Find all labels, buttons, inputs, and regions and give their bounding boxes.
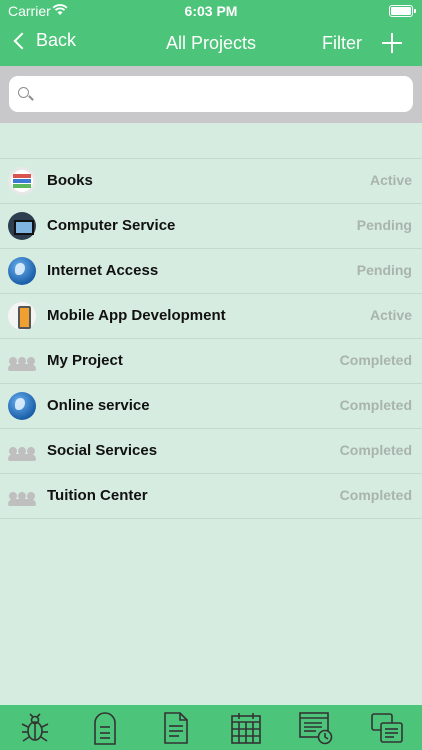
tab-bug[interactable] xyxy=(0,705,70,750)
project-name: Computer Service xyxy=(47,217,176,234)
project-name: My Project xyxy=(47,352,123,369)
search-bar xyxy=(0,66,422,123)
battery-icon xyxy=(389,5,416,17)
document-icon xyxy=(164,711,188,744)
project-status: Completed xyxy=(339,397,412,413)
tab-copy[interactable] xyxy=(352,705,422,750)
calendar-icon xyxy=(231,712,261,744)
project-status: Pending xyxy=(356,217,412,233)
tab-document[interactable] xyxy=(141,705,211,750)
project-status: Active xyxy=(369,307,412,323)
list-item[interactable]: My Project Completed xyxy=(0,339,422,384)
tab-report[interactable] xyxy=(281,705,351,750)
bug-icon xyxy=(21,712,49,742)
report-clock-icon xyxy=(299,711,333,744)
list-item[interactable]: Computer Service Pending xyxy=(0,204,422,249)
clock: 6:03 PM xyxy=(184,3,238,19)
copy-pages-icon xyxy=(370,712,403,743)
people-icon xyxy=(8,437,36,465)
project-name: Mobile App Development xyxy=(47,307,226,324)
project-status: Completed xyxy=(339,442,412,458)
project-name: Books xyxy=(47,172,93,189)
project-name: Tuition Center xyxy=(47,487,148,504)
list-item[interactable]: Social Services Completed xyxy=(0,429,422,474)
project-status: Active xyxy=(369,172,412,188)
filter-button[interactable]: Filter xyxy=(322,33,362,54)
tab-mailbox[interactable] xyxy=(70,705,140,750)
tab-bar xyxy=(0,705,422,750)
search-input[interactable] xyxy=(39,82,399,106)
globe-icon xyxy=(8,257,36,285)
people-icon xyxy=(8,347,36,375)
list-item[interactable]: Mobile App Development Active xyxy=(0,294,422,339)
list-item[interactable]: Online service Completed xyxy=(0,384,422,429)
globe-icon xyxy=(8,392,36,420)
computer-icon xyxy=(8,212,36,240)
status-bar: Carrier 6:03 PM xyxy=(0,0,422,22)
add-project-button[interactable] xyxy=(382,33,402,53)
tab-calendar[interactable] xyxy=(211,705,281,750)
list-item[interactable]: Books Active xyxy=(0,159,422,204)
list-item[interactable]: Tuition Center Completed xyxy=(0,474,422,519)
project-list: Books Active Computer Service Pending In… xyxy=(0,158,422,519)
project-name: Social Services xyxy=(47,442,158,459)
back-label: Back xyxy=(36,30,77,50)
project-name: Internet Access xyxy=(47,262,159,279)
mailbox-icon xyxy=(94,711,117,745)
navigation-bar: Back All Projects Filter xyxy=(0,22,422,66)
project-status: Completed xyxy=(339,352,412,368)
project-status: Completed xyxy=(339,487,412,503)
project-status: Pending xyxy=(356,262,412,278)
list-item[interactable]: Internet Access Pending xyxy=(0,249,422,294)
search-icon xyxy=(18,87,29,98)
people-icon xyxy=(8,482,36,510)
chevron-left-icon xyxy=(13,32,31,49)
search-box[interactable] xyxy=(9,76,413,112)
books-icon xyxy=(8,167,36,195)
project-name: Online service xyxy=(47,397,150,414)
top-bar: Carrier 6:03 PM Back All Projects Filter xyxy=(0,0,422,66)
mobile-app-icon xyxy=(8,302,36,330)
back-button[interactable]: Back xyxy=(10,30,76,51)
